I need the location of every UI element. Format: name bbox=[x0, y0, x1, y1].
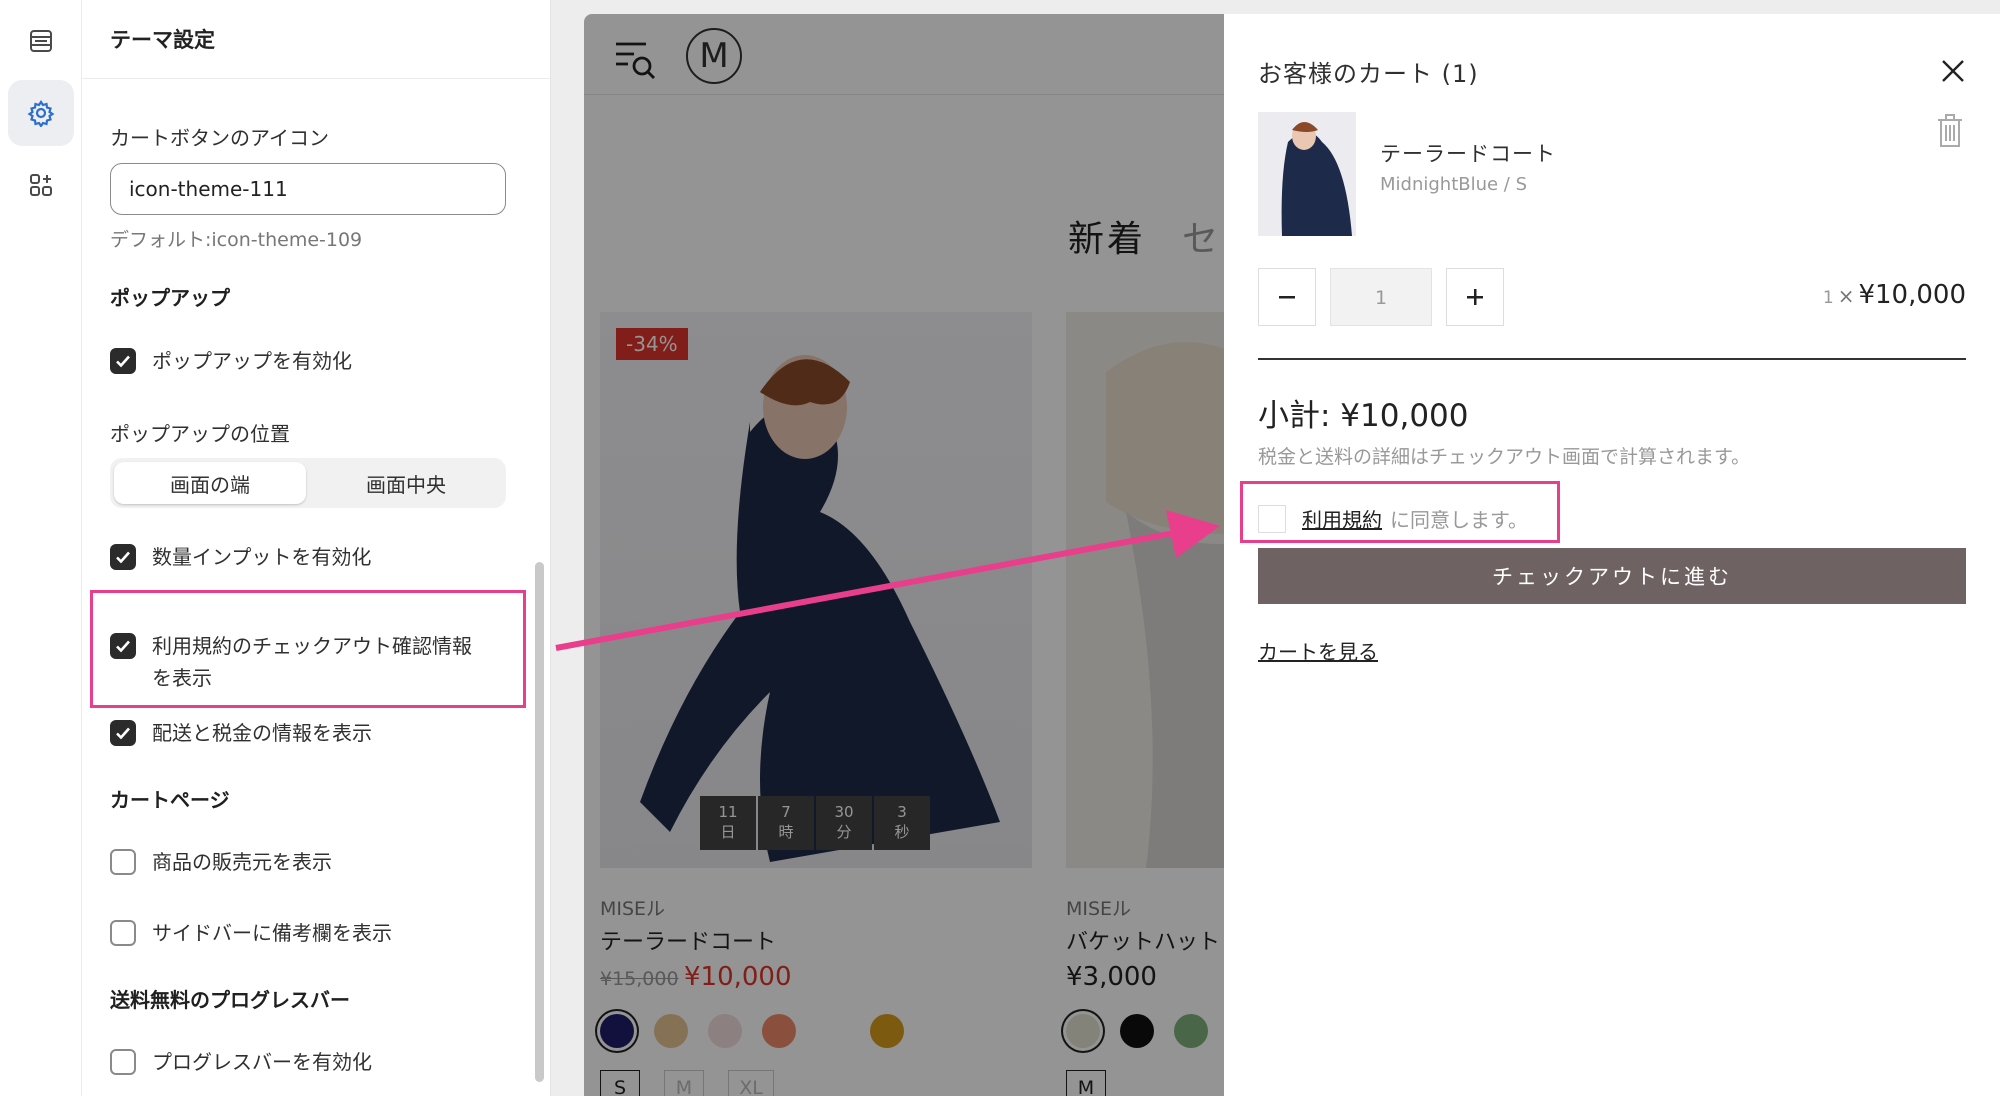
annotation-arrow bbox=[555, 510, 1220, 651]
